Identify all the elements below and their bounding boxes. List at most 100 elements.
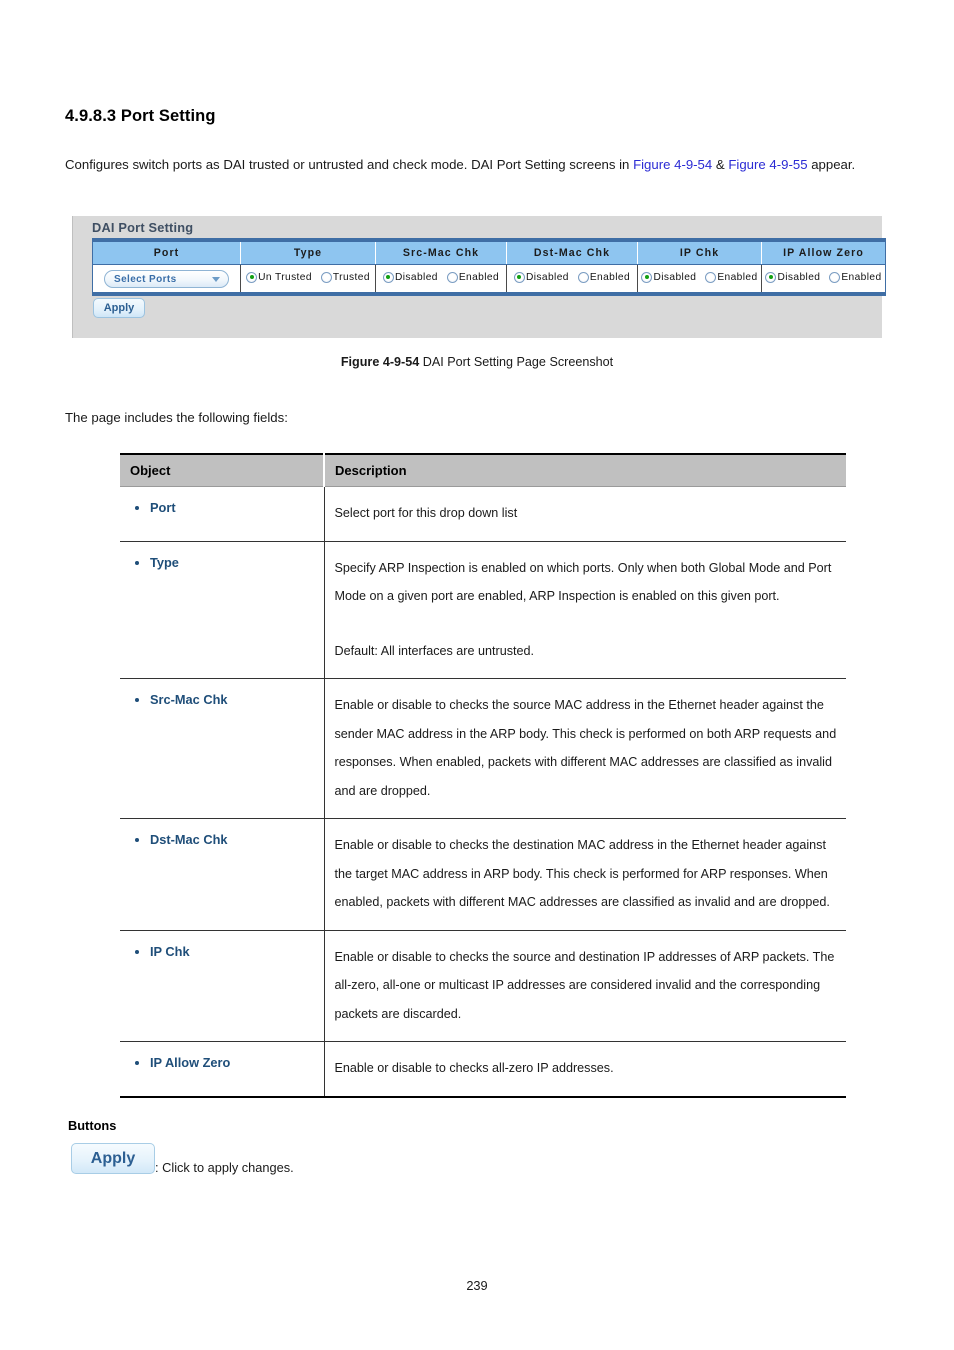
radio-dst-mac-disabled[interactable]: Disabled [513,271,569,283]
header-object: Object [120,453,325,487]
document-page: 4.9.8.3 Port Setting Configures switch p… [0,0,954,1350]
table-header-row: Object Description [120,453,846,487]
radio-ip-chk-enabled[interactable]: Enabled [705,271,758,283]
page-number: 239 [466,1278,488,1293]
description-paragraph: Default: All interfaces are untrusted. [334,643,535,658]
radio-icon-selected [382,271,394,283]
type-radio-group: Un Trusted Trusted [246,271,370,283]
cell-ip-chk: Disabled Enabled [637,264,762,294]
radio-icon-unselected [446,271,458,283]
radio-ip-chk-disabled[interactable]: Disabled [641,271,697,283]
apply-button-description: : Click to apply changes. [155,1160,294,1175]
table-row: IP Chk Enable or disable to checks the s… [120,930,846,1042]
intro-text-post: appear. [807,157,856,172]
radio-src-mac-enabled[interactable]: Enabled [446,271,500,283]
ip-chk-radio-group: Disabled Enabled [641,271,758,283]
dai-port-setting-table: Port Type Src-Mac Chk Dst-Mac Chk IP Chk… [92,238,886,296]
object-name: Port [132,498,316,518]
header-description: Description [324,453,846,487]
radio-label: Enabled [717,271,758,283]
radio-type-untrusted[interactable]: Un Trusted [246,271,312,283]
select-ports-value: Select Ports [114,273,177,285]
column-header-ip-allow-zero: IP Allow Zero [761,240,886,265]
cell-description: Enable or disable to checks the source a… [324,930,846,1042]
apply-button[interactable]: Apply [93,298,145,318]
radio-label: Disabled [394,271,438,283]
object-name: Dst-Mac Chk [132,830,316,850]
page-title: 4.9.8.3 Port Setting [65,107,216,125]
description-paragraph: Enable or disable to checks the source M… [334,698,837,798]
column-header-type: Type [240,240,376,265]
figure-caption: Figure 4-9-54 DAI Port Setting Page Scre… [0,355,954,369]
cell-port: Select Ports [92,264,241,294]
table-row: Type Specify ARP Inspection is enabled o… [120,541,846,679]
dst-mac-chk-radio-group: Disabled Enabled [513,271,631,283]
radio-src-mac-disabled[interactable]: Disabled [382,271,438,283]
cell-type: Un Trusted Trusted [240,264,376,294]
column-header-dst-mac-chk: Dst-Mac Chk [506,240,638,265]
ui-table-value-row: Select Ports Un Trusted Trusted Disabled… [92,264,886,294]
description-paragraph: Enable or disable to checks the source a… [334,949,835,1021]
radio-icon-selected [641,271,653,283]
radio-label: Un Trusted [258,271,312,283]
radio-type-trusted[interactable]: Trusted [320,271,370,283]
cell-description: Enable or disable to checks all-zero IP … [324,1041,846,1098]
radio-label: Disabled [777,271,821,283]
src-mac-chk-radio-group: Disabled Enabled [382,271,500,283]
description-paragraph: Enable or disable to checks all-zero IP … [334,1061,614,1075]
object-name: IP Chk [132,942,316,962]
column-header-src-mac-chk: Src-Mac Chk [375,240,507,265]
radio-label: Disabled [525,271,569,283]
figure-link-4-9-55[interactable]: Figure 4-9-55 [728,157,807,172]
radio-label: Enabled [841,271,882,283]
dai-port-setting-screenshot: DAI Port Setting Port Type Src-Mac Chk D [72,216,886,338]
radio-icon-unselected [320,271,332,283]
radio-icon-selected [765,271,777,283]
cell-object: Type [120,541,325,679]
radio-dst-mac-enabled[interactable]: Enabled [577,271,631,283]
radio-label: Disabled [653,271,697,283]
cell-description: Enable or disable to checks the destinat… [324,818,846,931]
radio-icon-selected [246,271,258,283]
cell-object: IP Allow Zero [120,1041,325,1098]
figure-caption-text: DAI Port Setting Page Screenshot [419,355,614,369]
apply-button-illustration[interactable]: Apply [71,1143,155,1174]
object-name: Src-Mac Chk [132,690,316,710]
object-name: Type [132,553,316,573]
cell-src-mac-chk: Disabled Enabled [375,264,507,294]
cell-dst-mac-chk: Disabled Enabled [506,264,638,294]
cell-description: Enable or disable to checks the source M… [324,678,846,819]
object-description-table: Object Description Port Select port for … [120,453,846,1098]
select-ports-dropdown[interactable]: Select Ports [104,269,229,288]
radio-icon-unselected [829,271,841,283]
column-header-port: Port [92,240,241,265]
fields-lead-text: The page includes the following fields: [65,410,288,425]
radio-icon-unselected [577,271,589,283]
cell-ip-allow-zero: Disabled Enabled [761,264,886,294]
radio-label: Trusted [332,271,370,283]
cell-description: Select port for this drop down list [324,486,846,542]
radio-ip-allow-zero-enabled[interactable]: Enabled [829,271,882,283]
figure-link-4-9-54[interactable]: Figure 4-9-54 [633,157,712,172]
cell-description: Specify ARP Inspection is enabled on whi… [324,541,846,679]
description-paragraph: Enable or disable to checks the destinat… [334,838,830,909]
ip-allow-zero-radio-group: Disabled Enabled [765,271,882,283]
screenshot-panel-title: DAI Port Setting [92,220,194,235]
chevron-down-icon [212,276,220,282]
cell-object: Src-Mac Chk [120,678,325,819]
ui-table-header-row: Port Type Src-Mac Chk Dst-Mac Chk IP Chk… [92,240,886,265]
cell-object: Dst-Mac Chk [120,818,325,931]
table-row: Src-Mac Chk Enable or disable to checks … [120,678,846,819]
cell-object: IP Chk [120,930,325,1042]
intro-amp: & [712,157,729,172]
radio-label: Enabled [458,271,500,283]
description-paragraph: Specify ARP Inspection is enabled on whi… [334,560,832,604]
cell-object: Port [120,486,325,542]
radio-label: Enabled [589,271,631,283]
radio-ip-allow-zero-disabled[interactable]: Disabled [765,271,821,283]
radio-icon-selected [513,271,525,283]
intro-text-pre: Configures switch ports as DAI trusted o… [65,157,634,172]
buttons-section-title: Buttons [68,1118,117,1133]
radio-icon-unselected [705,271,717,283]
screenshot-inner-panel: DAI Port Setting Port Type Src-Mac Chk D [82,216,886,338]
